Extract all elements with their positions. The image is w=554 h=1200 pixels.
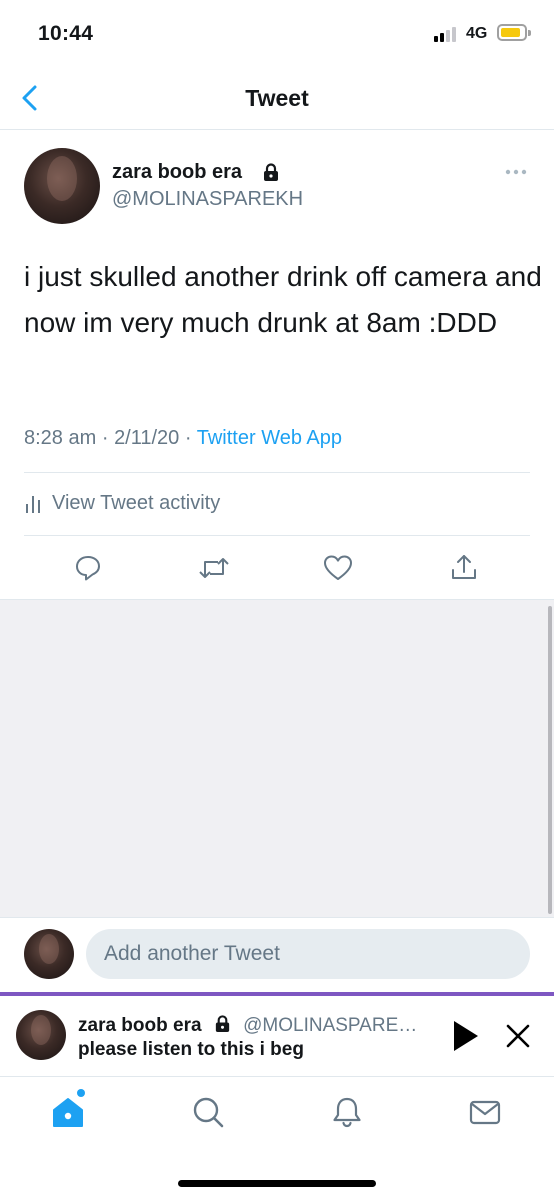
- meta-separator: ·: [101, 427, 109, 449]
- mail-icon: [469, 1100, 501, 1125]
- dock-text: please listen to this i beg: [78, 1039, 304, 1060]
- tweet-source-link[interactable]: Twitter Web App: [197, 427, 342, 449]
- dock-avatar: [16, 1010, 66, 1060]
- meta-separator: ·: [184, 427, 192, 449]
- home-indicator[interactable]: [178, 1180, 376, 1187]
- share-button[interactable]: [444, 548, 484, 588]
- status-bar: 10:44 4G: [0, 0, 554, 66]
- view-activity-label: View Tweet activity: [52, 491, 221, 514]
- scrollbar[interactable]: [548, 606, 552, 914]
- more-button[interactable]: [500, 162, 532, 182]
- like-button[interactable]: [318, 548, 358, 588]
- reply-icon: [76, 556, 100, 581]
- page-title: Tweet: [245, 85, 309, 111]
- nav-bar: Tweet: [0, 66, 554, 130]
- heart-icon: [324, 555, 352, 580]
- reply-button[interactable]: [68, 548, 108, 588]
- tab-search[interactable]: [190, 1094, 226, 1130]
- display-name[interactable]: zara boob era: [112, 161, 242, 184]
- bar-chart-icon: [26, 496, 40, 513]
- view-activity-button[interactable]: View Tweet activity: [24, 488, 220, 518]
- dock-handle: @MOLINASPARE…: [243, 1015, 418, 1036]
- play-icon: [454, 1021, 478, 1051]
- tab-notifications[interactable]: [329, 1094, 365, 1130]
- close-icon: [506, 1024, 530, 1048]
- avatar[interactable]: [24, 148, 100, 224]
- retweet-button[interactable]: [194, 548, 234, 588]
- tweet-time: 8:28 am: [24, 427, 97, 449]
- tab-home[interactable]: [50, 1094, 86, 1130]
- tweet-date: 2/11/20: [114, 427, 180, 449]
- retweet-icon: [199, 558, 229, 578]
- network-label: 4G: [466, 25, 488, 42]
- tab-messages[interactable]: [467, 1094, 503, 1130]
- replies-area: [0, 599, 554, 917]
- battery-icon: [497, 24, 527, 41]
- add-tweet-input[interactable]: Add another Tweet: [86, 929, 530, 979]
- dock-header: zara boob era @MOLINASPARE…: [78, 1014, 417, 1037]
- tweet-meta: 8:28 am · 2/11/20 · Twitter Web App: [24, 427, 342, 450]
- signal-icon: [434, 27, 460, 42]
- play-button[interactable]: [450, 1018, 480, 1054]
- compose-avatar: [24, 929, 74, 979]
- tweet-text: i just skulled another drink off camera …: [24, 261, 542, 338]
- home-icon: [53, 1098, 83, 1127]
- dock-display-name: zara boob era: [78, 1015, 202, 1036]
- tweet-actions: [0, 548, 554, 588]
- close-button[interactable]: [502, 1020, 534, 1052]
- user-handle[interactable]: @MOLINASPAREKH: [112, 188, 303, 211]
- bell-icon: [333, 1097, 361, 1128]
- lock-icon: [264, 163, 278, 181]
- lock-icon: [215, 1015, 229, 1033]
- more-dots-icon: [505, 169, 527, 175]
- home-notification-dot: [77, 1089, 85, 1097]
- battery-tip: [528, 30, 531, 36]
- share-icon: [452, 555, 476, 579]
- status-time: 10:44: [38, 22, 94, 45]
- search-icon: [193, 1097, 224, 1128]
- divider: [24, 472, 530, 473]
- divider: [24, 535, 530, 536]
